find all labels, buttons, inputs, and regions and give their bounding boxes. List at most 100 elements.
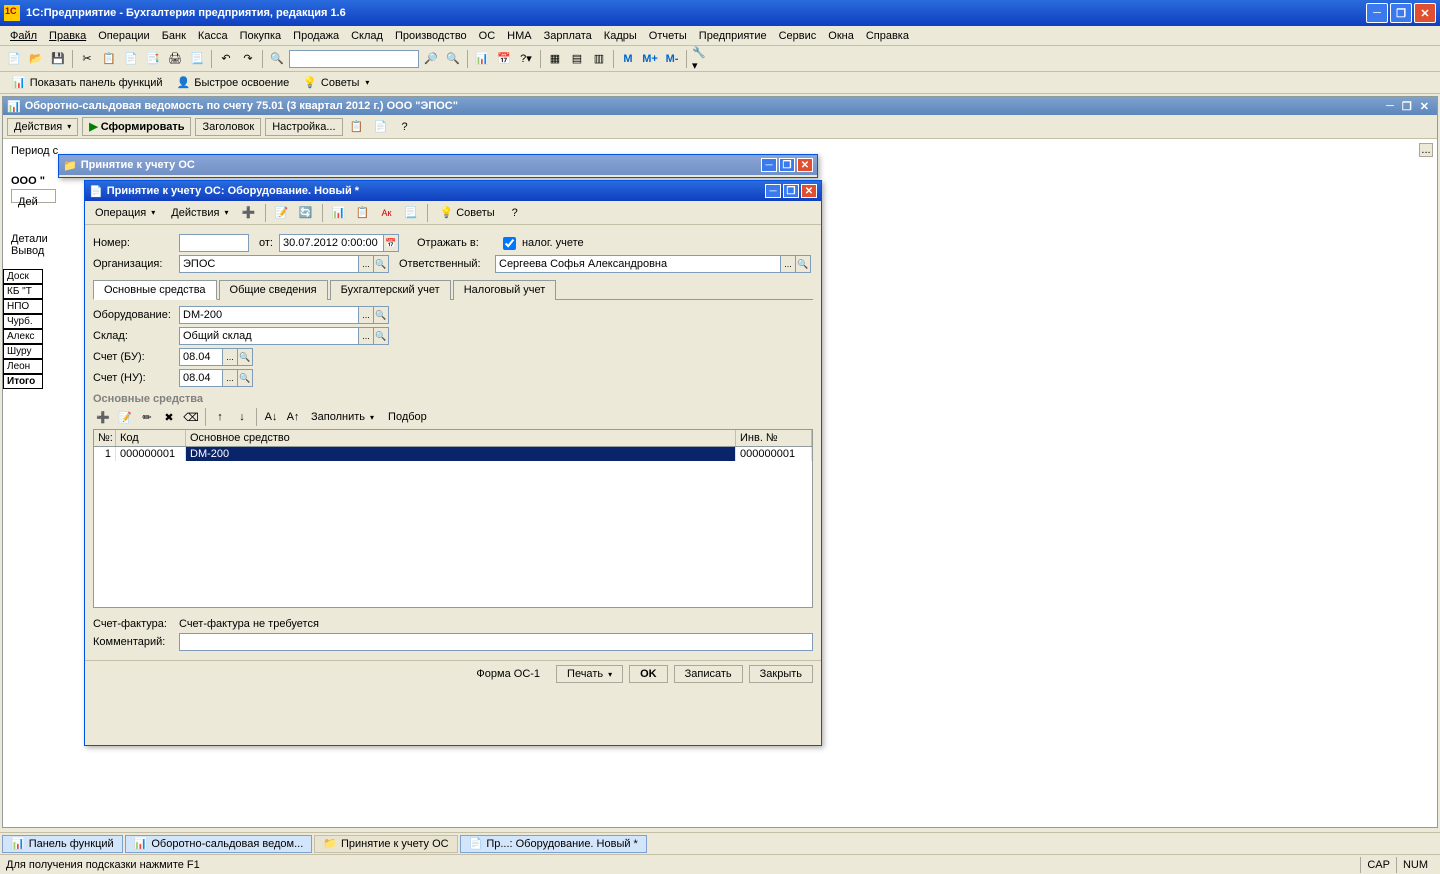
tab-nu[interactable]: Налоговый учет: [453, 280, 557, 300]
dt-icon[interactable]: 📊: [329, 203, 349, 223]
menu-help[interactable]: Справка: [860, 28, 915, 44]
col-n[interactable]: №:: [94, 430, 116, 446]
copy-icon[interactable]: 📋: [99, 49, 119, 69]
menu-os[interactable]: ОС: [473, 28, 502, 44]
grid-down-icon[interactable]: ↓: [232, 407, 252, 427]
menu-nma[interactable]: НМА: [501, 28, 537, 44]
list-icon[interactable]: ▤: [567, 49, 587, 69]
undo-icon[interactable]: ↶: [216, 49, 236, 69]
grid-icon[interactable]: ▦: [545, 49, 565, 69]
menu-sell[interactable]: Продажа: [287, 28, 345, 44]
menu-file[interactable]: Файл: [4, 28, 43, 44]
select-button[interactable]: Подбор: [382, 409, 433, 425]
menu-buy[interactable]: Покупка: [234, 28, 288, 44]
wh-search-icon[interactable]: 🔍: [373, 327, 389, 345]
dialog-tips-button[interactable]: 💡Советы: [434, 204, 501, 221]
cut-icon[interactable]: ✂: [77, 49, 97, 69]
task-os-accept[interactable]: 📄Пр...: Оборудование. Новый *: [460, 835, 647, 853]
form-os1-button[interactable]: Форма ОС-1: [466, 665, 550, 683]
ellipsis-button[interactable]: ...: [1419, 143, 1433, 157]
grid-del-icon[interactable]: ✖: [159, 407, 179, 427]
operation-button[interactable]: Операция: [89, 205, 161, 221]
m-button[interactable]: М: [618, 49, 638, 69]
equip-search-icon[interactable]: 🔍: [373, 306, 389, 324]
window-os-list[interactable]: 📁Принятие к учету ОС ─ ❐ ✕: [58, 154, 818, 178]
tips-button[interactable]: 💡Советы: [299, 75, 373, 90]
view-icon[interactable]: ▥: [589, 49, 609, 69]
post-icon[interactable]: 📝: [272, 203, 292, 223]
mplus-button[interactable]: М+: [640, 49, 660, 69]
menu-windows[interactable]: Окна: [822, 28, 860, 44]
mdi-tool2-icon[interactable]: 📄: [371, 117, 391, 137]
find-next-icon[interactable]: 🔎: [421, 49, 441, 69]
menu-bank[interactable]: Банк: [156, 28, 192, 44]
resp-input[interactable]: [495, 255, 781, 273]
mdi-help-icon[interactable]: ?: [395, 117, 415, 137]
tab-os[interactable]: Основные средства: [93, 280, 217, 300]
dialog-help-icon[interactable]: ?: [505, 203, 525, 223]
save-icon[interactable]: 💾: [48, 49, 68, 69]
comment-input[interactable]: [179, 633, 813, 651]
resp-search-icon[interactable]: 🔍: [795, 255, 811, 273]
find-prev-icon[interactable]: 🔍: [443, 49, 463, 69]
equip-input[interactable]: [179, 306, 359, 324]
resp-select-icon[interactable]: ...: [780, 255, 796, 273]
equip-select-icon[interactable]: ...: [358, 306, 374, 324]
sheet-icon[interactable]: 📋: [353, 203, 373, 223]
menu-kassa[interactable]: Касса: [192, 28, 234, 44]
tools-icon[interactable]: 🔧▾: [691, 49, 711, 69]
quick-learn-button[interactable]: 👤Быстрое освоение: [173, 75, 294, 90]
grid-add2-icon[interactable]: 📝: [115, 407, 135, 427]
menu-prod[interactable]: Производство: [389, 28, 473, 44]
akt-icon[interactable]: Ак: [377, 203, 397, 223]
menu-service[interactable]: Сервис: [773, 28, 823, 44]
task-report[interactable]: 📊Оборотно-сальдовая ведом...: [125, 835, 313, 853]
acc-bu-select-icon[interactable]: ...: [222, 348, 238, 366]
grid-edit-icon[interactable]: ✏: [137, 407, 157, 427]
new-icon[interactable]: 📄: [4, 49, 24, 69]
task-os-list[interactable]: 📁Принятие к учету ОС: [314, 835, 457, 853]
grid-body[interactable]: 1 000000001 DM-200 000000001: [94, 447, 812, 607]
window-os-accept-titlebar[interactable]: 📄Принятие к учету ОС: Оборудование. Новы…: [85, 181, 821, 201]
fill-button[interactable]: Заполнить: [305, 409, 380, 425]
win1-close-icon[interactable]: ✕: [797, 158, 813, 172]
menu-edit[interactable]: Правка: [43, 28, 92, 44]
mdi-close-icon[interactable]: ✕: [1420, 100, 1429, 113]
tab-general[interactable]: Общие сведения: [219, 280, 328, 300]
redo-icon[interactable]: ↷: [238, 49, 258, 69]
show-panel-button[interactable]: 📊Показать панель функций: [8, 75, 167, 90]
search-input[interactable]: [289, 50, 419, 68]
minimize-button[interactable]: ─: [1366, 3, 1388, 23]
menu-ops[interactable]: Операции: [92, 28, 155, 44]
win1-min-icon[interactable]: ─: [761, 158, 777, 172]
acc-bu-input[interactable]: [179, 348, 223, 366]
org-input[interactable]: [179, 255, 359, 273]
acc-bu-search-icon[interactable]: 🔍: [237, 348, 253, 366]
help-drop-icon[interactable]: ?▾: [516, 49, 536, 69]
wh-input[interactable]: [179, 327, 359, 345]
find-icon[interactable]: 🔍: [267, 49, 287, 69]
actions-button[interactable]: Действия: [7, 118, 78, 136]
close-button[interactable]: ✕: [1414, 3, 1436, 23]
open-icon[interactable]: 📂: [26, 49, 46, 69]
mdi-minimize-icon[interactable]: ─: [1386, 100, 1394, 112]
maximize-button[interactable]: ❐: [1390, 3, 1412, 23]
col-item[interactable]: Основное средство: [186, 430, 736, 446]
acc-nu-select-icon[interactable]: ...: [222, 369, 238, 387]
tab-bu[interactable]: Бухгалтерский учет: [330, 280, 451, 300]
acc-nu-input[interactable]: [179, 369, 223, 387]
form-button[interactable]: ▶Сформировать: [82, 117, 191, 136]
date-input[interactable]: [279, 234, 384, 252]
grid-add-icon[interactable]: ➕: [93, 407, 113, 427]
col-inv[interactable]: Инв. №: [736, 430, 812, 446]
add-icon[interactable]: ➕: [239, 203, 259, 223]
win2-close-icon[interactable]: ✕: [801, 184, 817, 198]
menu-reports[interactable]: Отчеты: [643, 28, 693, 44]
ok-button[interactable]: OK: [629, 665, 668, 683]
calendar-picker-icon[interactable]: 📅: [383, 234, 399, 252]
refresh-icon[interactable]: 🔄: [296, 203, 316, 223]
write-button[interactable]: Записать: [674, 665, 743, 683]
menu-salary[interactable]: Зарплата: [538, 28, 598, 44]
window-os-list-titlebar[interactable]: 📁Принятие к учету ОС ─ ❐ ✕: [59, 155, 817, 175]
acc-nu-search-icon[interactable]: 🔍: [237, 369, 253, 387]
